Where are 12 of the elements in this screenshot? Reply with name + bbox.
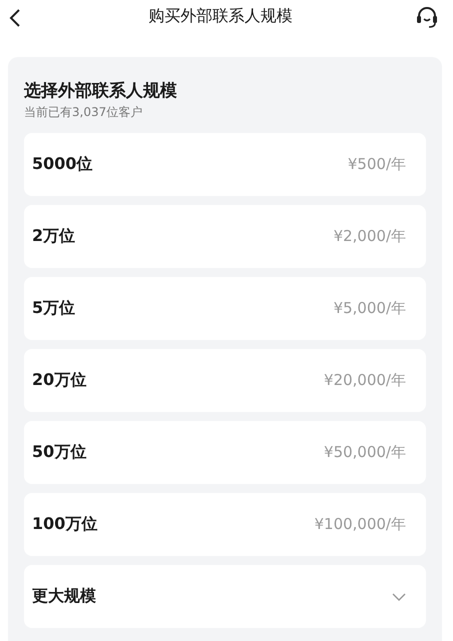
more-plans-option[interactable]: 更大规模 (24, 565, 426, 628)
customer-count: 当前已有3,037位客户 (24, 104, 142, 121)
section-title: 选择外部联系人规模 (24, 80, 177, 102)
plan-option[interactable]: 5000位 ¥500/年 (24, 133, 426, 196)
plan-option[interactable]: 5万位 ¥5,000/年 (24, 277, 426, 340)
plan-option[interactable]: 50万位 ¥50,000/年 (24, 421, 426, 484)
chevron-down-icon (392, 592, 406, 602)
plan-option[interactable]: 2万位 ¥2,000/年 (24, 205, 426, 268)
page-title: 购买外部联系人规模 (148, 6, 292, 27)
plan-option[interactable]: 20万位 ¥20,000/年 (24, 349, 426, 412)
plan-option[interactable]: 100万位 ¥100,000/年 (24, 493, 426, 556)
headset-icon[interactable] (415, 4, 439, 30)
